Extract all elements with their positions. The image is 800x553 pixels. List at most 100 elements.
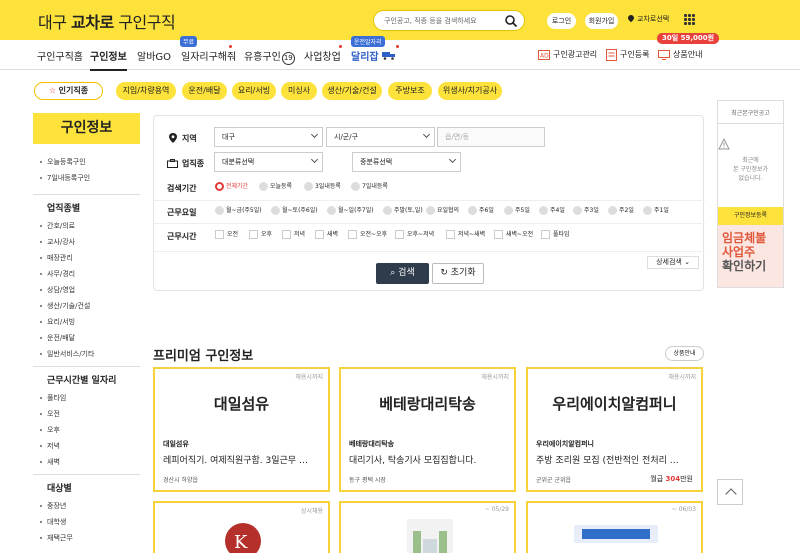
region-dong-select[interactable]: 읍/면/동 bbox=[437, 127, 545, 147]
hours-checkbox[interactable]: 새벽~오전 bbox=[494, 230, 533, 240]
days-radio[interactable]: 주1일 bbox=[643, 206, 669, 216]
hours-checkbox[interactable]: 오전 bbox=[215, 230, 238, 240]
login-button[interactable]: 로그인 bbox=[547, 13, 576, 29]
sidebar-item[interactable]: 사무/경리 bbox=[33, 266, 140, 282]
sidebar-item[interactable]: 교사/강사 bbox=[33, 234, 140, 250]
nav-register[interactable]: 구인등록 bbox=[620, 49, 649, 60]
sidebar-item[interactable]: 생산/기술/건설 bbox=[33, 298, 140, 314]
hours-checkbox[interactable]: 새벽 bbox=[315, 230, 338, 240]
nav-adult-jobs[interactable]: 유흥구인 19 bbox=[244, 48, 295, 65]
app-root: 대구 교차로 구인구직 로그인 회원가입 교차로선택 구인구직홈 구인정보 알바… bbox=[0, 0, 800, 553]
sidebar-title: 구인정보 bbox=[33, 113, 140, 144]
days-radio[interactable]: 요일협의 bbox=[426, 206, 459, 216]
svg-text:AD: AD bbox=[540, 53, 549, 60]
sidebar-item[interactable]: 매장관리 bbox=[33, 250, 140, 266]
nav-home[interactable]: 구인구직홈 bbox=[37, 48, 83, 63]
chip-item[interactable]: 요리/서빙 bbox=[232, 82, 276, 100]
sidebar-item[interactable]: 요리/서빙 bbox=[33, 314, 140, 330]
job-card[interactable]: 채용시까지 베테랑대리탁송 베테랑대리탁송 대리기사, 탁송기사 모집집합니다.… bbox=[339, 367, 516, 492]
sidebar-item[interactable]: 새벽 bbox=[33, 454, 140, 470]
hours-checkbox[interactable]: 오후~저녁 bbox=[395, 230, 434, 240]
job-minor-select[interactable]: 중분류선택 bbox=[352, 152, 461, 172]
scroll-top-button[interactable] bbox=[717, 479, 743, 505]
period-radio-today[interactable]: 오늘등록 bbox=[259, 182, 292, 192]
site-logo[interactable]: 대구 교차로 구인구직 bbox=[38, 9, 176, 33]
search-icon[interactable] bbox=[504, 14, 518, 28]
sidebar-item[interactable]: 일반서비스/기타 bbox=[33, 346, 140, 362]
salary-type: 월급 bbox=[650, 475, 664, 483]
sidebar-item[interactable]: 중장년 bbox=[33, 498, 140, 514]
radio-dot bbox=[504, 206, 513, 215]
register-job-button[interactable]: 구인정보등록 bbox=[718, 207, 783, 225]
nav-ad-manage[interactable]: 구인광고관리 bbox=[553, 49, 597, 60]
job-major-select[interactable]: 대분류선택 bbox=[214, 152, 323, 172]
chip-item[interactable]: 생산/기술/건설 bbox=[322, 82, 382, 100]
chip-item[interactable]: 위생사/치기공사 bbox=[438, 82, 502, 100]
nav-startup[interactable]: 사업창업 bbox=[304, 48, 341, 63]
hours-checkbox[interactable]: 오후 bbox=[249, 230, 272, 240]
sidebar-item[interactable]: 7일내등록구인 bbox=[33, 170, 140, 186]
hours-checkbox[interactable]: 오전~오후 bbox=[348, 230, 387, 240]
sidebar-item[interactable]: 오후 bbox=[33, 422, 140, 438]
checkbox-label: 오전~오후 bbox=[360, 231, 388, 238]
job-card[interactable]: ~ 06/03 bbox=[526, 501, 703, 553]
free-tag: 무료 bbox=[180, 36, 198, 47]
sidebar-item[interactable]: 재택근무 bbox=[33, 530, 140, 546]
search-button[interactable]: ⌕ 검색 bbox=[376, 263, 429, 284]
days-radio[interactable]: 주6일 bbox=[468, 206, 494, 216]
period-radio-7days[interactable]: 7일내등록 bbox=[351, 182, 388, 192]
radio-dot bbox=[426, 206, 435, 215]
job-card[interactable]: 상시채용 K bbox=[153, 501, 330, 553]
sidebar-item[interactable]: 풀타임 bbox=[33, 390, 140, 406]
detail-search-toggle[interactable]: 상세검색 ⌄ bbox=[647, 256, 699, 269]
job-title: 대리기사, 탁송기사 모집집합니다. bbox=[349, 456, 477, 466]
location-select[interactable]: 교차로선택 bbox=[626, 13, 669, 24]
days-radio[interactable]: 주말(토,일) bbox=[383, 206, 423, 216]
nav-products[interactable]: 상품안내 bbox=[673, 49, 702, 60]
period-radio-all[interactable]: 전체기간 bbox=[215, 182, 248, 192]
sidebar-item[interactable]: 운전/배달 bbox=[33, 330, 140, 346]
sidebar-item[interactable]: 간호/의료 bbox=[33, 218, 140, 234]
wage-arrears-banner[interactable]: 임금체불 사업주 확인하기 bbox=[718, 225, 783, 287]
job-card[interactable]: ~ 05/29 bbox=[339, 501, 516, 553]
hours-checkbox[interactable]: 풀타임 bbox=[541, 230, 570, 240]
chip-item[interactable]: 지입/차량용역 bbox=[116, 82, 176, 100]
product-info-button[interactable]: 상품안내 bbox=[665, 346, 704, 361]
sidebar-item[interactable]: 오늘등록구인 bbox=[33, 154, 140, 170]
sidebar-item[interactable]: 상담/영업 bbox=[33, 282, 140, 298]
apps-grid-icon[interactable] bbox=[684, 14, 695, 25]
nav-albago[interactable]: 알바GO bbox=[137, 48, 171, 63]
hours-checkbox[interactable]: 저녁 bbox=[282, 230, 305, 240]
nav-job-info[interactable]: 구인정보 bbox=[90, 48, 127, 71]
sidebar-item[interactable]: 오전 bbox=[33, 406, 140, 422]
nav-dalijab[interactable]: 달리잡 bbox=[351, 48, 379, 63]
region-sido-select[interactable]: 대구 bbox=[214, 127, 323, 147]
days-radio[interactable]: 주5일 bbox=[504, 206, 530, 216]
checkbox-label: 새벽~오전 bbox=[506, 231, 534, 238]
search-input[interactable] bbox=[384, 13, 502, 28]
chevron-down-icon bbox=[310, 155, 319, 164]
chip-item[interactable]: 미싱사 bbox=[281, 82, 317, 100]
recent-empty-line: 최근에 bbox=[742, 157, 759, 164]
sidebar-item[interactable]: 저녁 bbox=[33, 438, 140, 454]
days-radio[interactable]: 월~토(주6일) bbox=[271, 206, 318, 216]
days-radio[interactable]: 주3일 bbox=[573, 206, 599, 216]
sidebar-group-title: 대상별 bbox=[47, 484, 72, 494]
radio-dot bbox=[608, 206, 617, 215]
nav-find-job[interactable]: 일자리구해줘 bbox=[181, 48, 236, 63]
job-card[interactable]: 채용시까지 우리에이치알컴퍼니 우리에이치알컴퍼니 주방 조리원 모집 (전반적… bbox=[526, 367, 703, 492]
days-radio[interactable]: 주4일 bbox=[539, 206, 565, 216]
period-radio-3days[interactable]: 3일내등록 bbox=[304, 182, 341, 192]
region-sigungu-select[interactable]: 시/군/구 bbox=[326, 127, 435, 147]
reset-button[interactable]: ↻ 초기화 bbox=[432, 263, 484, 284]
sidebar-item[interactable]: 대학생 bbox=[33, 514, 140, 530]
hours-checkbox[interactable]: 저녁~새벽 bbox=[446, 230, 485, 240]
days-radio[interactable]: 월~일(주7일) bbox=[327, 206, 374, 216]
job-card[interactable]: 채용시까지 대일섬유 대일섬유 레피어직기. 여제직원구함. 3일근무 … 경산… bbox=[153, 367, 330, 492]
signup-button[interactable]: 회원가입 bbox=[585, 13, 618, 29]
days-radio[interactable]: 월~금(주5일) bbox=[215, 206, 262, 216]
chip-item[interactable]: 운전/배달 bbox=[182, 82, 227, 100]
chip-popular[interactable]: ☆ 인기직종 bbox=[34, 82, 103, 100]
chip-item[interactable]: 주방보조 bbox=[388, 82, 432, 100]
days-radio[interactable]: 주2일 bbox=[608, 206, 634, 216]
